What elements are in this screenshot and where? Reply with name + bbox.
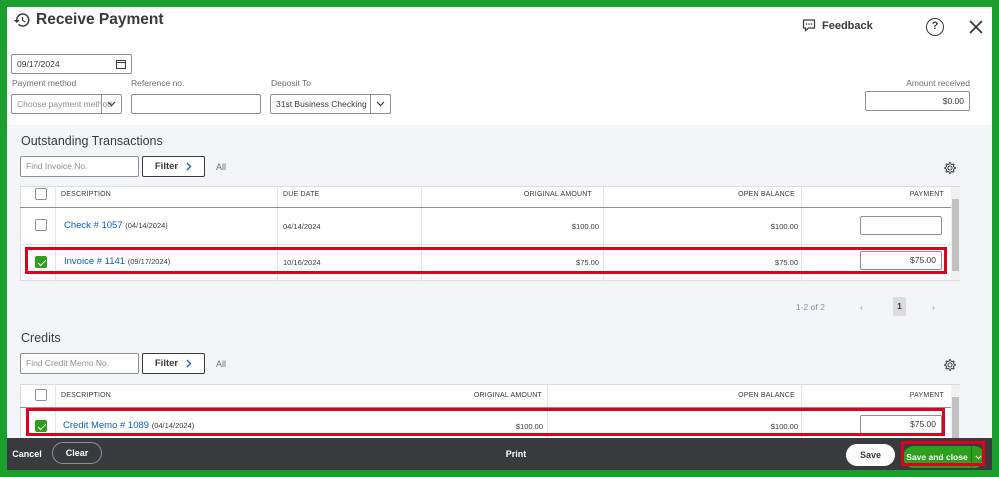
next-page-icon[interactable]: ›	[932, 302, 935, 312]
amount-received-input[interactable]: $0.00	[865, 91, 970, 111]
payment-method-dropdown[interactable]	[101, 95, 121, 113]
deposit-to-dropdown[interactable]	[370, 95, 390, 113]
page-1-button[interactable]: 1	[893, 297, 906, 316]
col-payment: PAYMENT	[909, 191, 944, 198]
row-date: (04/14/2024)	[125, 221, 168, 230]
find-invoice-input[interactable]: Find Invoice No.	[20, 156, 139, 177]
col-description: DESCRIPTION	[61, 392, 112, 399]
reference-label: Reference no.	[131, 78, 185, 88]
gear-icon[interactable]	[943, 358, 957, 372]
scrollbar-thumb[interactable]	[952, 397, 959, 443]
payment-method-placeholder: Choose payment method	[17, 99, 112, 109]
row-checkbox[interactable]	[35, 219, 47, 231]
highlight-box	[26, 408, 945, 436]
save-button[interactable]: Save	[846, 444, 895, 466]
calendar-icon[interactable]	[116, 59, 126, 69]
col-open-balance: OPEN BALANCE	[738, 392, 795, 399]
row-divider	[20, 244, 960, 245]
credits-select-all-checkbox[interactable]	[35, 389, 47, 401]
form-header-area: Receive Payment Feedback ? 09/17/2024 Pa…	[7, 7, 992, 125]
help-icon[interactable]: ?	[926, 18, 944, 36]
col-open-balance: OPEN BALANCE	[738, 191, 795, 198]
clear-button[interactable]: Clear	[52, 442, 102, 464]
print-button[interactable]: Print	[496, 443, 536, 465]
gear-icon[interactable]	[943, 161, 957, 175]
chevron-right-icon	[186, 359, 192, 368]
pagination-text: 1-2 of 2	[796, 302, 825, 312]
outstanding-all-link[interactable]: All	[216, 162, 226, 172]
deposit-to-label: Deposit To	[271, 78, 312, 88]
page-title: Receive Payment	[13, 11, 164, 29]
find-invoice-placeholder: Find Invoice No.	[26, 161, 88, 171]
row-payment-input[interactable]	[860, 216, 942, 235]
outstanding-filter-button[interactable]: Filter	[142, 156, 205, 177]
feedback-label: Feedback	[822, 19, 873, 32]
col-payment: PAYMENT	[909, 392, 944, 399]
check-1057-link[interactable]: Check # 1057 (04/14/2024)	[64, 220, 168, 231]
row-original: $100.00	[571, 222, 599, 231]
deposit-to-select[interactable]: 31st Business Checking	[270, 94, 391, 114]
col-original-amount: ORIGINAL AMOUNT	[523, 191, 592, 198]
page-title-text: Receive Payment	[36, 11, 164, 28]
credits-all-link[interactable]: All	[216, 359, 226, 369]
outstanding-title: Outstanding Transactions	[21, 134, 163, 148]
col-original-amount: ORIGINAL AMOUNT	[473, 392, 542, 399]
scrollbar-thumb[interactable]	[952, 199, 959, 271]
select-all-checkbox[interactable]	[35, 188, 47, 200]
history-icon	[13, 13, 30, 27]
filter-label: Filter	[154, 161, 179, 172]
receive-payment-window: Receive Payment Feedback ? 09/17/2024 Pa…	[7, 7, 992, 470]
date-input[interactable]: 09/17/2024	[11, 54, 132, 74]
close-icon[interactable]	[967, 18, 985, 36]
find-credit-memo-input[interactable]: Find Credit Memo No.	[20, 353, 139, 374]
chevron-down-icon	[107, 101, 116, 107]
feedback-button[interactable]: Feedback	[802, 19, 873, 32]
credits-title: Credits	[21, 331, 61, 345]
deposit-to-value: 31st Business Checking	[276, 99, 367, 109]
date-value: 09/17/2024	[17, 59, 60, 69]
row-open-balance: $100.00	[770, 222, 798, 231]
highlight-box	[901, 441, 985, 466]
payment-method-select[interactable]: Choose payment method	[11, 94, 122, 114]
filter-label: Filter	[154, 358, 179, 369]
chevron-right-icon	[186, 162, 192, 171]
cancel-button[interactable]: Cancel	[7, 443, 47, 465]
reference-input[interactable]	[131, 94, 261, 114]
col-description: DESCRIPTION	[61, 191, 112, 198]
chevron-down-icon	[376, 101, 385, 107]
row-due-date: 04/14/2024	[283, 222, 321, 231]
payment-method-label: Payment method	[12, 78, 77, 88]
header-divider	[20, 207, 960, 208]
credits-filter-button[interactable]: Filter	[142, 353, 205, 374]
col-due-date: DUE DATE	[283, 191, 320, 198]
highlight-box	[25, 247, 947, 274]
find-credit-memo-placeholder: Find Credit Memo No.	[26, 358, 110, 368]
feedback-icon	[802, 19, 816, 32]
prev-page-icon[interactable]: ‹	[860, 302, 863, 312]
amount-received-label: Amount received	[906, 78, 970, 88]
